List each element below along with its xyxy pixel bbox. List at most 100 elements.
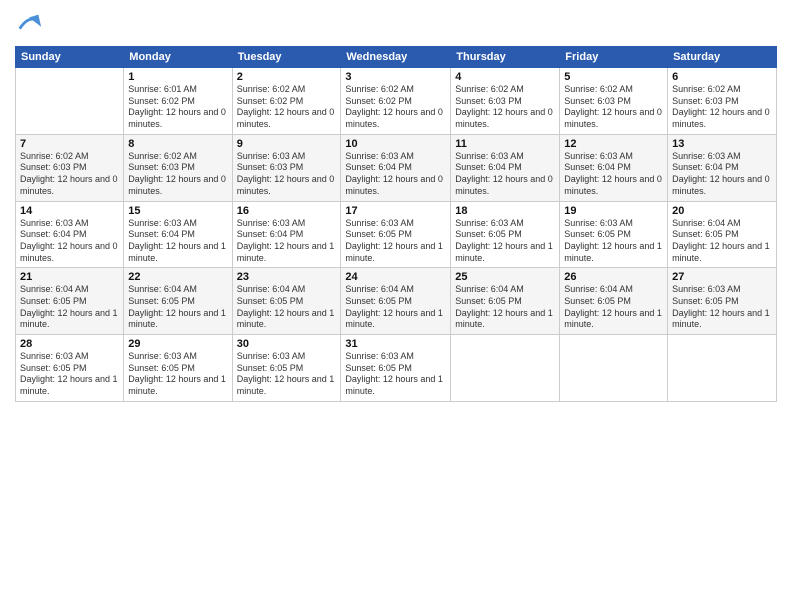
calendar-cell: 13Sunrise: 6:03 AMSunset: 6:04 PMDayligh… — [668, 134, 777, 201]
calendar-cell: 3Sunrise: 6:02 AMSunset: 6:02 PMDaylight… — [341, 68, 451, 135]
day-info: Sunrise: 6:03 AMSunset: 6:05 PMDaylight:… — [345, 351, 446, 398]
day-info: Sunrise: 6:03 AMSunset: 6:04 PMDaylight:… — [237, 218, 337, 265]
day-number: 27 — [672, 271, 772, 283]
day-info: Sunrise: 6:03 AMSunset: 6:05 PMDaylight:… — [564, 218, 663, 265]
week-row-5: 28Sunrise: 6:03 AMSunset: 6:05 PMDayligh… — [16, 335, 777, 402]
calendar-cell: 28Sunrise: 6:03 AMSunset: 6:05 PMDayligh… — [16, 335, 124, 402]
day-info: Sunrise: 6:03 AMSunset: 6:05 PMDaylight:… — [455, 218, 555, 265]
day-number: 14 — [20, 205, 119, 217]
day-info: Sunrise: 6:03 AMSunset: 6:04 PMDaylight:… — [455, 151, 555, 198]
calendar-cell — [668, 335, 777, 402]
week-row-3: 14 Sunrise: 6:03 AMSunset: 6:04 PMDayligh… — [16, 201, 777, 268]
day-header-wednesday: Wednesday — [341, 47, 451, 68]
calendar-cell: 27Sunrise: 6:03 AMSunset: 6:05 PMDayligh… — [668, 268, 777, 335]
calendar-cell: 24Sunrise: 6:04 AMSunset: 6:05 PMDayligh… — [341, 268, 451, 335]
day-number: 23 — [237, 271, 337, 283]
day-info: Sunrise: 6:04 AMSunset: 6:05 PMDaylight:… — [237, 284, 337, 331]
calendar-cell: 26Sunrise: 6:04 AMSunset: 6:05 PMDayligh… — [560, 268, 668, 335]
day-number: 22 — [128, 271, 227, 283]
day-info: Sunrise: 6:04 AMSunset: 6:05 PMDaylight:… — [564, 284, 663, 331]
calendar-cell: 1Sunrise: 6:01 AMSunset: 6:02 PMDaylight… — [124, 68, 232, 135]
day-info: Sunrise: 6:03 AMSunset: 6:05 PMDaylight:… — [128, 351, 227, 398]
calendar-cell — [451, 335, 560, 402]
day-info: Sunrise: 6:03 AMSunset: 6:04 PMDaylight:… — [345, 151, 446, 198]
calendar-cell: 23Sunrise: 6:04 AMSunset: 6:05 PMDayligh… — [232, 268, 341, 335]
day-header-sunday: Sunday — [16, 47, 124, 68]
day-number: 3 — [345, 71, 446, 83]
day-header-tuesday: Tuesday — [232, 47, 341, 68]
calendar-cell: 20Sunrise: 6:04 AMSunset: 6:05 PMDayligh… — [668, 201, 777, 268]
day-info: Sunrise: 6:02 AMSunset: 6:02 PMDaylight:… — [237, 84, 337, 131]
calendar-cell: 31Sunrise: 6:03 AMSunset: 6:05 PMDayligh… — [341, 335, 451, 402]
calendar-cell: 14Sunrise: 6:03 AMSunset: 6:04 PMDayligh… — [16, 201, 124, 268]
day-number: 18 — [455, 205, 555, 217]
calendar-cell: 30Sunrise: 6:03 AMSunset: 6:05 PMDayligh… — [232, 335, 341, 402]
day-info: Sunrise: 6:03 AMSunset: 6:05 PMDaylight:… — [345, 218, 446, 265]
day-number: 6 — [672, 71, 772, 83]
day-info: Sunrise: 6:03 AMSunset: 6:05 PMDaylight:… — [237, 351, 337, 398]
week-row-1: 1Sunrise: 6:01 AMSunset: 6:02 PMDaylight… — [16, 68, 777, 135]
calendar-cell — [560, 335, 668, 402]
day-info: Sunrise: 6:03 AMSunset: 6:04 PMDaylight:… — [128, 218, 227, 265]
day-info: Sunrise: 6:03 AMSunset: 6:03 PMDaylight:… — [237, 151, 337, 198]
week-row-2: 7Sunrise: 6:02 AMSunset: 6:03 PMDaylight… — [16, 134, 777, 201]
calendar-cell: 19Sunrise: 6:03 AMSunset: 6:05 PMDayligh… — [560, 201, 668, 268]
day-info: Sunrise: 6:02 AMSunset: 6:03 PMDaylight:… — [564, 84, 663, 131]
header-row: SundayMondayTuesdayWednesdayThursdayFrid… — [16, 47, 777, 68]
day-number: 15 — [128, 205, 227, 217]
calendar-cell: 12Sunrise: 6:03 AMSunset: 6:04 PMDayligh… — [560, 134, 668, 201]
day-number: 7 — [20, 138, 119, 150]
calendar-cell: 7Sunrise: 6:02 AMSunset: 6:03 PMDaylight… — [16, 134, 124, 201]
day-header-saturday: Saturday — [668, 47, 777, 68]
day-number: 11 — [455, 138, 555, 150]
day-header-thursday: Thursday — [451, 47, 560, 68]
day-number: 8 — [128, 138, 227, 150]
calendar-cell: 6Sunrise: 6:02 AMSunset: 6:03 PMDaylight… — [668, 68, 777, 135]
header — [15, 10, 777, 38]
day-info: Sunrise: 6:02 AMSunset: 6:03 PMDaylight:… — [455, 84, 555, 131]
day-info: Sunrise: 6:04 AMSunset: 6:05 PMDaylight:… — [455, 284, 555, 331]
calendar-cell: 9Sunrise: 6:03 AMSunset: 6:03 PMDaylight… — [232, 134, 341, 201]
calendar-cell: 17Sunrise: 6:03 AMSunset: 6:05 PMDayligh… — [341, 201, 451, 268]
day-number: 25 — [455, 271, 555, 283]
day-number: 26 — [564, 271, 663, 283]
day-number: 10 — [345, 138, 446, 150]
calendar-cell: 2Sunrise: 6:02 AMSunset: 6:02 PMDaylight… — [232, 68, 341, 135]
calendar-cell: 18Sunrise: 6:03 AMSunset: 6:05 PMDayligh… — [451, 201, 560, 268]
calendar-cell: 11Sunrise: 6:03 AMSunset: 6:04 PMDayligh… — [451, 134, 560, 201]
day-number: 24 — [345, 271, 446, 283]
day-info: Sunrise: 6:02 AMSunset: 6:02 PMDaylight:… — [345, 84, 446, 131]
calendar-cell: 10Sunrise: 6:03 AMSunset: 6:04 PMDayligh… — [341, 134, 451, 201]
day-header-friday: Friday — [560, 47, 668, 68]
day-info: Sunrise: 6:02 AMSunset: 6:03 PMDaylight:… — [20, 151, 119, 198]
page: SundayMondayTuesdayWednesdayThursdayFrid… — [0, 0, 792, 612]
day-info: Sunrise: 6:03 AMSunset: 6:05 PMDaylight:… — [672, 284, 772, 331]
day-number: 29 — [128, 338, 227, 350]
day-info: Sunrise: 6:03 AMSunset: 6:04 PMDaylight:… — [564, 151, 663, 198]
day-info: Sunrise: 6:02 AMSunset: 6:03 PMDaylight:… — [128, 151, 227, 198]
calendar-body: 1Sunrise: 6:01 AMSunset: 6:02 PMDaylight… — [16, 68, 777, 402]
logo-icon — [15, 10, 43, 38]
calendar-cell: 4Sunrise: 6:02 AMSunset: 6:03 PMDaylight… — [451, 68, 560, 135]
calendar-cell: 22Sunrise: 6:04 AMSunset: 6:05 PMDayligh… — [124, 268, 232, 335]
calendar-cell: 29Sunrise: 6:03 AMSunset: 6:05 PMDayligh… — [124, 335, 232, 402]
calendar-cell: 5Sunrise: 6:02 AMSunset: 6:03 PMDaylight… — [560, 68, 668, 135]
logo — [15, 10, 47, 38]
day-number: 17 — [345, 205, 446, 217]
day-number: 31 — [345, 338, 446, 350]
day-number: 4 — [455, 71, 555, 83]
day-number: 19 — [564, 205, 663, 217]
day-number: 2 — [237, 71, 337, 83]
day-number: 20 — [672, 205, 772, 217]
calendar-cell: 16Sunrise: 6:03 AMSunset: 6:04 PMDayligh… — [232, 201, 341, 268]
day-info: Sunrise: 6:04 AMSunset: 6:05 PMDaylight:… — [20, 284, 119, 331]
day-header-monday: Monday — [124, 47, 232, 68]
day-number: 30 — [237, 338, 337, 350]
week-row-4: 21Sunrise: 6:04 AMSunset: 6:05 PMDayligh… — [16, 268, 777, 335]
calendar-cell: 21Sunrise: 6:04 AMSunset: 6:05 PMDayligh… — [16, 268, 124, 335]
day-number: 13 — [672, 138, 772, 150]
calendar-cell — [16, 68, 124, 135]
day-number: 5 — [564, 71, 663, 83]
calendar-cell: 8Sunrise: 6:02 AMSunset: 6:03 PMDaylight… — [124, 134, 232, 201]
day-info: Sunrise: 6:01 AMSunset: 6:02 PMDaylight:… — [128, 84, 227, 131]
